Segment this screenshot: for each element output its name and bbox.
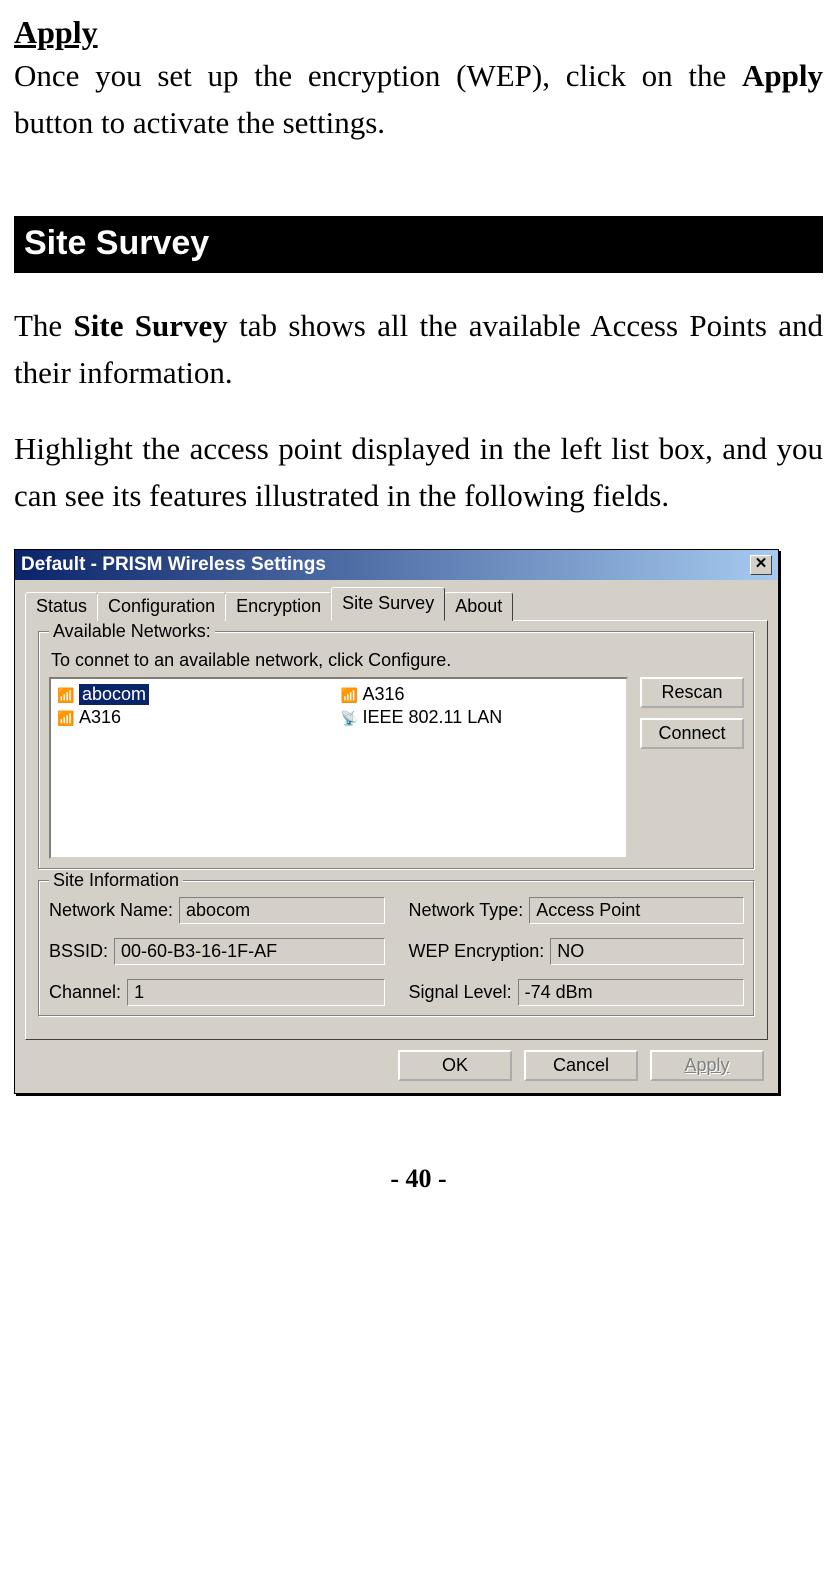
site-info-grid: Network Name: abocom Network Type: Acces…: [49, 897, 744, 1006]
network-type-row: Network Type: Access Point: [409, 897, 745, 924]
apply-button: Apply: [650, 1050, 764, 1081]
apply-bold: Apply: [742, 58, 823, 93]
available-networks-group: Available Networks: To connet to an avai…: [38, 631, 755, 870]
antenna-icon: 📶: [57, 687, 73, 703]
signal-row: Signal Level: -74 dBm: [409, 979, 745, 1006]
bssid-label: BSSID:: [49, 941, 108, 962]
channel-label: Channel:: [49, 982, 121, 1003]
channel-value: 1: [127, 979, 384, 1006]
available-networks-hint: To connet to an available network, click…: [51, 650, 744, 671]
signal-label: Signal Level:: [409, 982, 512, 1003]
list-item[interactable]: 📶 A316: [55, 706, 339, 729]
apply-button-label: Apply: [684, 1055, 729, 1075]
dialog-button-row: OK Cancel Apply: [25, 1040, 768, 1083]
list-item-label: IEEE 802.11 LAN: [363, 707, 503, 728]
wep-value: NO: [550, 938, 744, 965]
site-survey-paragraph-2: Highlight the access point displayed in …: [14, 426, 823, 519]
antenna-icon: 📶: [341, 687, 357, 703]
network-name-row: Network Name: abocom: [49, 897, 385, 924]
tab-about[interactable]: About: [444, 592, 513, 621]
tab-status[interactable]: Status: [25, 592, 98, 621]
list-item[interactable]: 📶 abocom: [55, 683, 339, 706]
dialog-titlebar: Default - PRISM Wireless Settings ✕: [15, 550, 778, 580]
network-type-label: Network Type:: [409, 900, 524, 921]
text: Once you set up the encryption (WEP), cl…: [14, 58, 742, 93]
dialog-body: Status Configuration Encryption Site Sur…: [15, 580, 778, 1093]
list-column-2: 📶 A316 📡 IEEE 802.11 LAN: [339, 683, 623, 853]
tab-encryption[interactable]: Encryption: [225, 592, 332, 621]
signal-value: -74 dBm: [518, 979, 744, 1006]
list-item-label: A316: [79, 707, 121, 728]
dialog-title: Default - PRISM Wireless Settings: [21, 554, 326, 576]
page-number: - 40 -: [14, 1164, 823, 1194]
site-survey-bold: Site Survey: [74, 308, 228, 343]
list-item-label: abocom: [79, 684, 149, 705]
wep-label: WEP Encryption:: [409, 941, 545, 962]
site-information-legend: Site Information: [49, 870, 183, 891]
list-item-label: A316: [363, 684, 405, 705]
site-survey-paragraph-1: The Site Survey tab shows all the availa…: [14, 303, 823, 396]
text: The: [14, 308, 74, 343]
tab-strip: Status Configuration Encryption Site Sur…: [25, 586, 768, 620]
bssid-row: BSSID: 00-60-B3-16-1F-AF: [49, 938, 385, 965]
apply-heading: Apply: [14, 14, 823, 51]
tab-panel: Available Networks: To connet to an avai…: [25, 620, 768, 1040]
rescan-button[interactable]: Rescan: [640, 677, 744, 708]
tab-site-survey[interactable]: Site Survey: [331, 587, 445, 621]
available-networks-row: 📶 abocom 📶 A316 📶 A316: [49, 677, 744, 859]
section-header-site-survey: Site Survey: [14, 216, 823, 273]
prism-wireless-dialog: Default - PRISM Wireless Settings ✕ Stat…: [14, 549, 779, 1094]
antenna-icon: 📶: [57, 710, 73, 726]
tab-configuration[interactable]: Configuration: [97, 592, 226, 621]
networks-listbox[interactable]: 📶 abocom 📶 A316 📶 A316: [49, 677, 628, 859]
connect-button[interactable]: Connect: [640, 718, 744, 749]
list-item[interactable]: 📡 IEEE 802.11 LAN: [339, 706, 623, 729]
apply-paragraph: Once you set up the encryption (WEP), cl…: [14, 53, 823, 146]
list-item[interactable]: 📶 A316: [339, 683, 623, 706]
wep-row: WEP Encryption: NO: [409, 938, 745, 965]
antenna-icon: 📡: [341, 710, 357, 726]
available-networks-legend: Available Networks:: [49, 621, 215, 642]
cancel-button[interactable]: Cancel: [524, 1050, 638, 1081]
network-name-label: Network Name:: [49, 900, 173, 921]
channel-row: Channel: 1: [49, 979, 385, 1006]
list-column-1: 📶 abocom 📶 A316: [55, 683, 339, 853]
close-icon[interactable]: ✕: [750, 555, 772, 575]
site-information-group: Site Information Network Name: abocom Ne…: [38, 880, 755, 1017]
network-name-value: abocom: [179, 897, 384, 924]
network-type-value: Access Point: [529, 897, 744, 924]
bssid-value: 00-60-B3-16-1F-AF: [114, 938, 384, 965]
text: button to activate the settings.: [14, 105, 385, 140]
network-buttons: Rescan Connect: [640, 677, 744, 759]
ok-button[interactable]: OK: [398, 1050, 512, 1081]
